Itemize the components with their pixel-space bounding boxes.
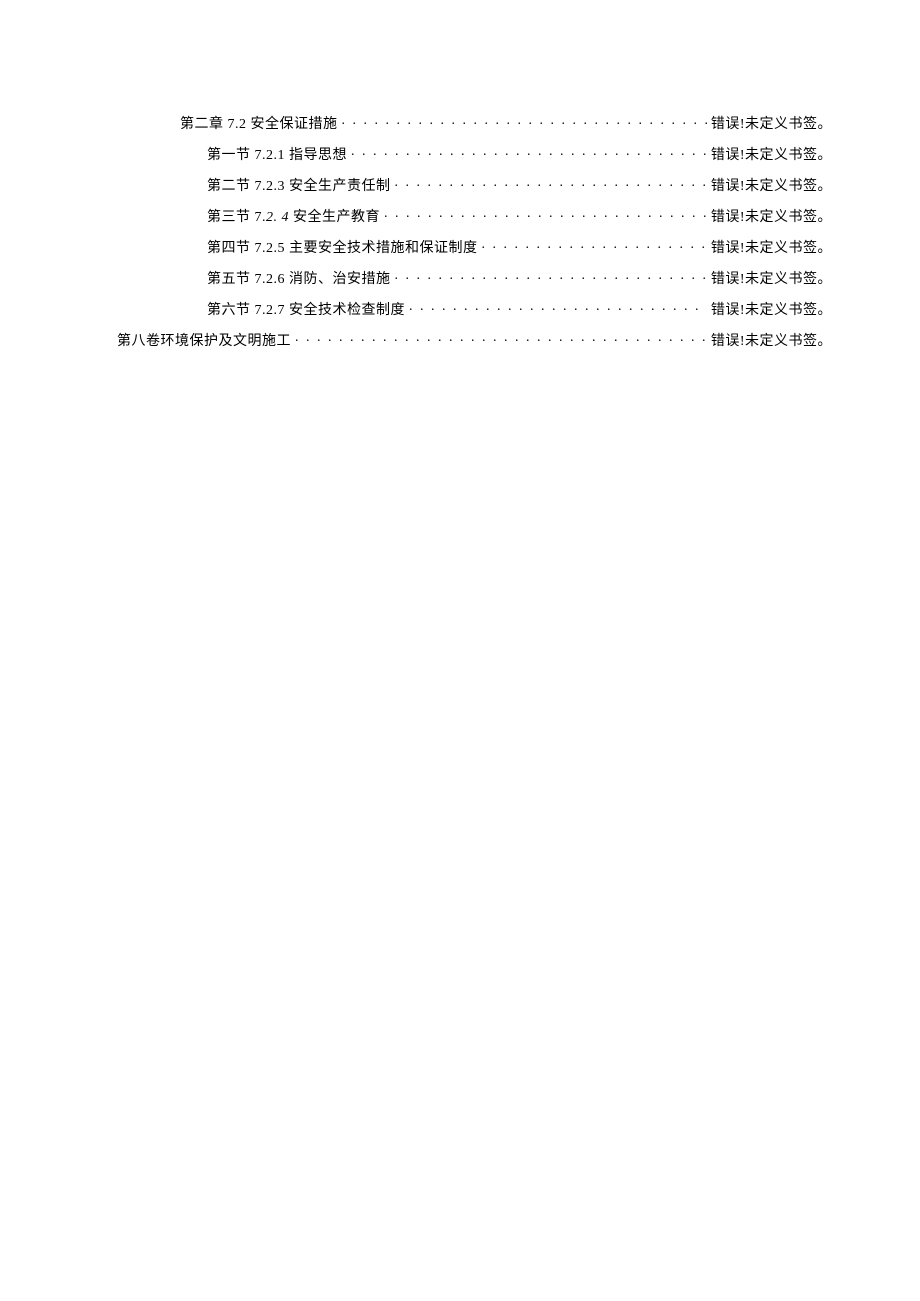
toc-number: 7.2 <box>228 117 247 132</box>
toc-entry-label: 第二节 7.2.3 安全生产责任制 <box>207 180 391 194</box>
toc-page-ref: 错误!未定义书签。 <box>711 149 832 163</box>
toc-entry-section: 第四节 7.2.5 主要安全技术措施和保证制度 错误!未定义书签。 <box>117 238 832 256</box>
toc-entry-label: 第三节 7.2. 4 安全生产教育 <box>207 211 380 225</box>
dot-leader <box>384 207 707 221</box>
toc-page-ref: 错误!未定义书签。 <box>711 273 832 287</box>
toc-page-ref: 错误!未定义书签。 <box>711 304 832 318</box>
toc-number: 7.2.3 <box>255 179 286 194</box>
toc-entry-section: 第五节 7.2.6 消防、治安措施 错误!未定义书签。 <box>117 269 832 287</box>
toc-prefix: 第一节 <box>207 148 251 163</box>
toc-entry-label: 第二章 7.2 安全保证措施 <box>180 118 338 132</box>
toc-title: 主要安全技术措施和保证制度 <box>289 241 478 256</box>
toc-prefix: 第二节 <box>207 179 251 194</box>
toc-prefix: 第六节 <box>207 303 251 318</box>
dot-leader <box>295 331 707 345</box>
toc-prefix: 第二章 <box>180 117 224 132</box>
toc-page-ref: 错误!未定义书签。 <box>711 118 832 132</box>
toc-prefix: 第八卷 <box>117 334 161 349</box>
toc-entry-section: 第三节 7.2. 4 安全生产教育 错误!未定义书签。 <box>117 207 832 225</box>
toc-entry-section: 第二节 7.2.3 安全生产责任制 错误!未定义书签。 <box>117 176 832 194</box>
toc-page-ref: 错误!未定义书签。 <box>711 180 832 194</box>
toc-entry-label: 第一节 7.2.1 指导思想 <box>207 149 347 163</box>
dot-leader <box>395 269 707 283</box>
dot-leader <box>409 300 707 314</box>
toc-number: 7.2.6 <box>255 272 286 287</box>
toc-entry-label: 第五节 7.2.6 消防、治安措施 <box>207 273 391 287</box>
toc-entry-section: 第一节 7.2.1 指导思想 错误!未定义书签。 <box>117 145 832 163</box>
toc-title: 指导思想 <box>289 148 347 163</box>
dot-leader <box>482 238 707 252</box>
toc-entry-label: 第六节 7.2.7 安全技术检查制度 <box>207 304 405 318</box>
toc-number: 7.2.7 <box>255 303 286 318</box>
dot-leader <box>395 176 707 190</box>
toc-entry-volume: 第八卷环境保护及文明施工 错误!未定义书签。 <box>117 331 832 349</box>
toc-number: 7.2.5 <box>255 241 286 256</box>
toc-page-ref: 错误!未定义书签。 <box>711 335 832 349</box>
toc-entry-section: 第六节 7.2.7 安全技术检查制度 错误!未定义书签。 <box>117 300 832 318</box>
dot-leader <box>342 114 707 128</box>
toc-prefix: 第五节 <box>207 272 251 287</box>
toc-prefix: 第四节 <box>207 241 251 256</box>
toc-number-italic: 2. 4 <box>266 210 289 225</box>
toc-title: 安全技术检查制度 <box>289 303 405 318</box>
toc-page-ref: 错误!未定义书签。 <box>711 242 832 256</box>
toc-page-ref: 错误!未定义书签。 <box>711 211 832 225</box>
dot-leader <box>351 145 707 159</box>
toc-entry-chapter: 第二章 7.2 安全保证措施 错误!未定义书签。 <box>117 114 832 132</box>
toc-title: 安全生产教育 <box>293 210 380 225</box>
toc-entry-label: 第八卷环境保护及文明施工 <box>117 335 291 349</box>
toc-prefix: 第三节 <box>207 210 251 225</box>
toc-title: 环境保护及文明施工 <box>161 334 292 349</box>
toc-number: 7. <box>255 210 267 225</box>
toc-title: 消防、治安措施 <box>289 272 391 287</box>
toc-number: 7.2.1 <box>255 148 286 163</box>
toc-entry-label: 第四节 7.2.5 主要安全技术措施和保证制度 <box>207 242 478 256</box>
toc-title: 安全保证措施 <box>251 117 338 132</box>
document-page: 第二章 7.2 安全保证措施 错误!未定义书签。 第一节 7.2.1 指导思想 … <box>0 0 920 349</box>
toc-title: 安全生产责任制 <box>289 179 391 194</box>
